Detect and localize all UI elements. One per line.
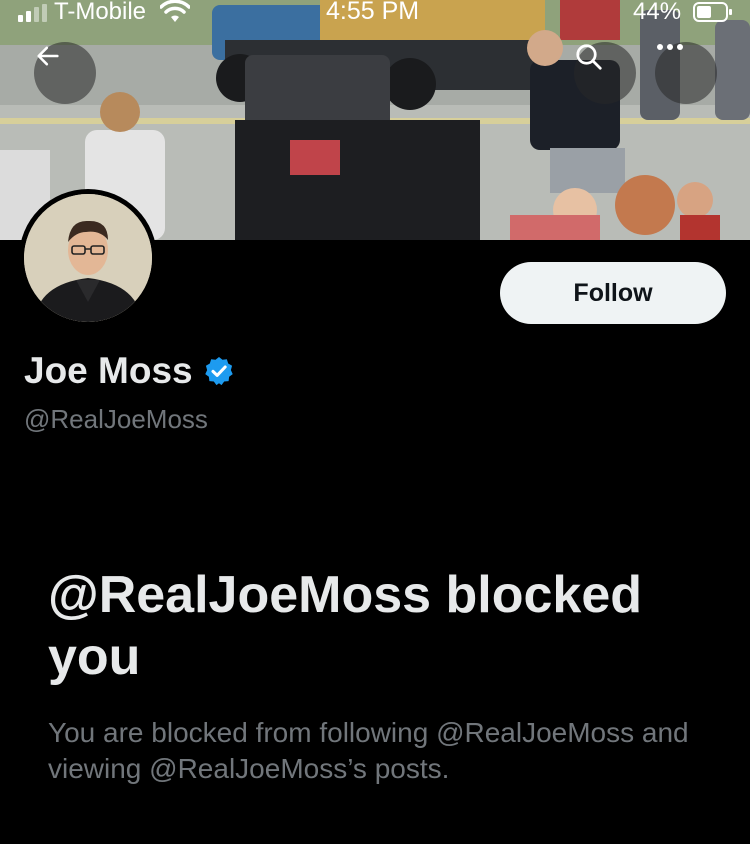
display-name: Joe Moss [24,350,193,391]
battery-percent: 44% [633,0,682,25]
arrow-left-icon [37,46,59,66]
avatar[interactable] [19,189,157,327]
more-button[interactable] [655,42,717,104]
more-horizontal-icon [657,44,683,50]
blocked-title: @RealJoeMoss blocked you [48,566,643,686]
back-button[interactable] [34,42,96,104]
battery-icon [693,2,732,22]
status-bar: T-Mobile 4:55 PM 44% [0,0,750,28]
profile-handle: @RealJoeMoss [24,404,208,434]
status-time: 4:55 PM [326,0,420,25]
wifi-icon [160,0,190,22]
follow-button[interactable]: Follow [500,262,726,324]
search-icon [576,44,602,70]
profile-name-row: Joe Moss [24,350,235,392]
signal-icon [18,4,47,22]
verified-badge-icon[interactable] [203,355,235,387]
search-button[interactable] [574,42,636,104]
carrier-label: T-Mobile [54,0,147,25]
blocked-description: You are blocked from following @RealJoeM… [48,717,689,784]
avatar-photo [24,194,152,322]
